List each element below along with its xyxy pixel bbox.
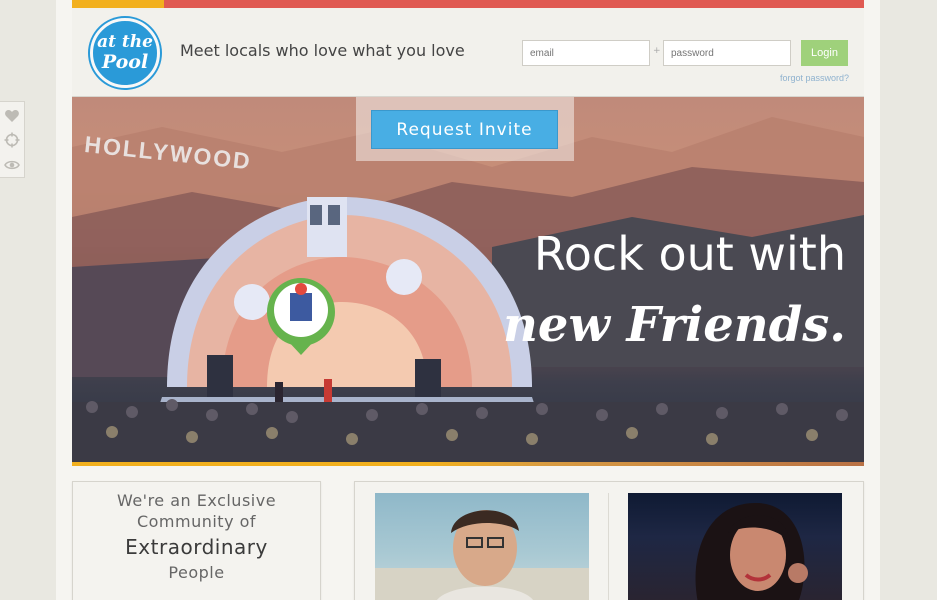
logo-text-top: at the — [97, 32, 153, 52]
hero-headline-line2: new Friends. — [503, 297, 846, 353]
hero-banner: HOLLYWOOD Request Invite Rock out with n… — [72, 97, 864, 462]
community-panel: We're an Exclusive Community of Extraord… — [72, 481, 321, 600]
hero-bottom-bar — [72, 462, 864, 466]
community-line3: Extraordinary — [125, 535, 268, 559]
community-line1: We're an Exclusive — [116, 491, 277, 510]
heart-icon[interactable] — [4, 108, 20, 124]
member-photo-1-image — [375, 510, 589, 600]
request-invite-button[interactable]: Request Invite — [371, 110, 558, 149]
forgot-password-link[interactable]: forgot password? — [780, 73, 849, 83]
member-photo-2-image — [695, 502, 808, 600]
site-logo[interactable]: at the Pool — [90, 18, 160, 88]
member-photo-2[interactable] — [628, 493, 842, 600]
field-separator: + — [653, 46, 661, 56]
tagline: Meet locals who love what you love — [180, 41, 465, 60]
top-color-bar-yellow — [72, 0, 164, 8]
request-invite-container: Request Invite — [356, 97, 574, 161]
logo-text-bottom: Pool — [101, 51, 149, 73]
login-button[interactable]: Login — [801, 40, 848, 66]
side-toolstrip — [0, 101, 25, 178]
password-field[interactable] — [663, 40, 791, 66]
hero-headline-line1: Rock out with — [533, 227, 846, 281]
member-photos-panel — [354, 481, 864, 600]
community-line4: People — [168, 563, 225, 582]
email-field[interactable] — [522, 40, 650, 66]
photo-divider — [608, 493, 609, 600]
site-header: at the Pool Meet locals who love what yo… — [72, 8, 864, 97]
eye-icon[interactable] — [4, 157, 20, 173]
crosshair-icon[interactable] — [4, 132, 20, 148]
member-photo-1[interactable] — [375, 493, 589, 600]
community-line2: Community of — [136, 512, 257, 531]
top-color-bar — [72, 0, 864, 8]
